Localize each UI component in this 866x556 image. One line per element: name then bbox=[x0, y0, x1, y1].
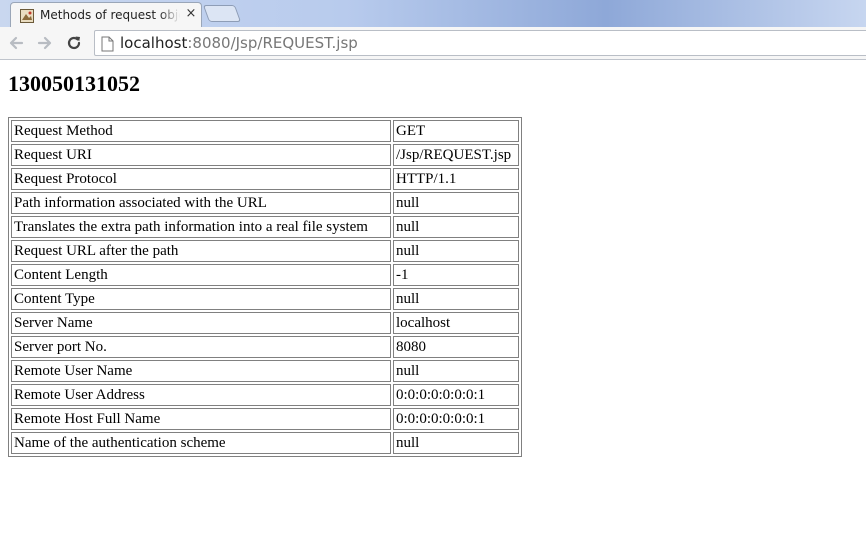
table-row: Remote User Name null bbox=[11, 360, 519, 382]
table-row: Request Protocol HTTP/1.1 bbox=[11, 168, 519, 190]
tab-title: Methods of request object bbox=[40, 8, 180, 22]
table-row: Server port No. 8080 bbox=[11, 336, 519, 358]
table-row: Name of the authentication scheme null bbox=[11, 432, 519, 454]
row-value: HTTP/1.1 bbox=[393, 168, 519, 190]
table-row: Content Type null bbox=[11, 288, 519, 310]
table-row: Remote Host Full Name 0:0:0:0:0:0:0:1 bbox=[11, 408, 519, 430]
row-label: Translates the extra path information in… bbox=[11, 216, 391, 238]
address-bar[interactable]: localhost:8080/Jsp/REQUEST.jsp bbox=[94, 30, 866, 56]
row-value: null bbox=[393, 360, 519, 382]
table-row: Translates the extra path information in… bbox=[11, 216, 519, 238]
tab-close-icon[interactable]: × bbox=[184, 7, 198, 21]
table-row: Request URI/Jsp/REQUEST.jsp bbox=[11, 144, 519, 166]
row-label: Path information associated with the URL bbox=[11, 192, 391, 214]
url-host: localhost bbox=[120, 34, 188, 52]
row-value: /Jsp/REQUEST.jsp bbox=[393, 144, 519, 166]
row-value: localhost bbox=[393, 312, 519, 334]
row-value: -1 bbox=[393, 264, 519, 286]
table-row: Path information associated with the URL… bbox=[11, 192, 519, 214]
new-tab-button[interactable] bbox=[202, 5, 242, 22]
row-label: Server port No. bbox=[11, 336, 391, 358]
table-row: Request URL after the path null bbox=[11, 240, 519, 262]
table-row: Server Name localhost bbox=[11, 312, 519, 334]
row-value: 8080 bbox=[393, 336, 519, 358]
row-label: Name of the authentication scheme bbox=[11, 432, 391, 454]
row-value: GET bbox=[393, 120, 519, 142]
table-row: Remote User Address 0:0:0:0:0:0:0:1 bbox=[11, 384, 519, 406]
row-value: null bbox=[393, 288, 519, 310]
row-label: Remote User Name bbox=[11, 360, 391, 382]
row-value: null bbox=[393, 216, 519, 238]
tab-strip: Methods of request object × bbox=[0, 0, 866, 27]
request-info-body: Request Method GET Request URI/Jsp/REQUEST… bbox=[11, 120, 519, 454]
row-value: null bbox=[393, 192, 519, 214]
request-info-table: Request Method GET Request URI/Jsp/REQUEST… bbox=[8, 117, 522, 457]
row-value: null bbox=[393, 240, 519, 262]
reload-icon[interactable] bbox=[64, 33, 84, 53]
page-content: 130050131052 Request Method GET Request UR… bbox=[0, 72, 866, 457]
browser-tab[interactable]: Methods of request object × bbox=[10, 2, 202, 27]
table-row: Request Method GET bbox=[11, 120, 519, 142]
forward-arrow-icon[interactable] bbox=[35, 33, 55, 53]
url-text: localhost:8080/Jsp/REQUEST.jsp bbox=[120, 34, 358, 52]
row-value: 0:0:0:0:0:0:0:1 bbox=[393, 384, 519, 406]
page-heading: 130050131052 bbox=[8, 71, 140, 96]
row-label: Request Method bbox=[11, 120, 391, 142]
row-label: Request Protocol bbox=[11, 168, 391, 190]
row-label: Request URL after the path bbox=[11, 240, 391, 262]
row-label: Remote Host Full Name bbox=[11, 408, 391, 430]
row-label: Content Length bbox=[11, 264, 391, 286]
back-arrow-icon[interactable] bbox=[6, 33, 26, 53]
row-value: 0:0:0:0:0:0:0:1 bbox=[393, 408, 519, 430]
browser-toolbar: localhost:8080/Jsp/REQUEST.jsp bbox=[0, 27, 866, 60]
table-row: Content Length -1 bbox=[11, 264, 519, 286]
row-label: Content Type bbox=[11, 288, 391, 310]
row-value: null bbox=[393, 432, 519, 454]
row-label: Server Name bbox=[11, 312, 391, 334]
url-path: :8080/Jsp/REQUEST.jsp bbox=[187, 34, 358, 52]
page-icon bbox=[101, 36, 114, 56]
favicon-icon bbox=[20, 8, 34, 23]
row-label: Request URI bbox=[11, 144, 391, 166]
row-label: Remote User Address bbox=[11, 384, 391, 406]
